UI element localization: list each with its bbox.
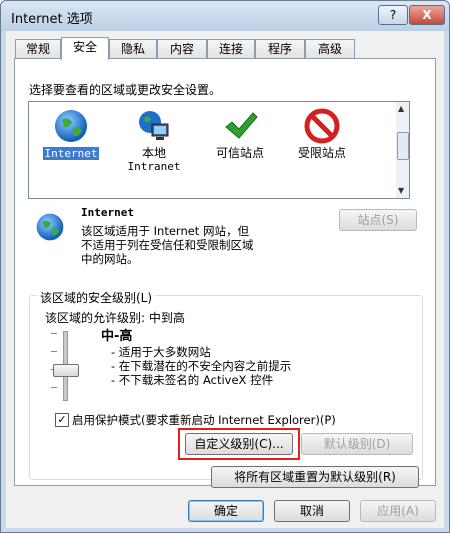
zone-local-intranet[interactable]: 本地 Intranet (119, 108, 189, 173)
internet-options-window: Internet 选项 ? X 常规 安全 隐私 内容 连接 程序 高级 选择要… (0, 0, 450, 533)
reset-all-zones-button[interactable]: 将所有区域重置为默认级别(R) (211, 466, 419, 488)
zone-description-line: 该区域适用于 Internet 网站，但 (81, 224, 249, 238)
default-level-button[interactable]: 默认级别(D) (301, 433, 413, 455)
globe-icon (36, 213, 64, 241)
tab-security[interactable]: 安全 (61, 37, 109, 60)
help-button[interactable]: ? (378, 5, 408, 25)
scroll-down-arrow-icon[interactable]: ▼ (398, 186, 404, 195)
cancel-button[interactable]: 取消 (274, 500, 350, 522)
zone-list-scrollbar[interactable]: ▲ ▼ (396, 101, 410, 199)
dialog-client: 常规 安全 隐私 内容 连接 程序 高级 选择要查看的区域或更改安全设置。 In… (6, 31, 444, 528)
tab-connections[interactable]: 连接 (207, 39, 255, 59)
tab-general[interactable]: 常规 (15, 39, 61, 59)
zone-trusted-label: 可信站点 (215, 146, 264, 160)
tab-advanced[interactable]: 高级 (305, 39, 355, 59)
check-icon (225, 112, 258, 139)
sites-button[interactable]: 站点(S) (339, 209, 417, 231)
level-name: 中-高 (101, 329, 133, 344)
zone-restricted-sites[interactable]: 受限站点 (287, 108, 357, 160)
zone-list[interactable]: Internet 本地 Intranet 可信站点 受限站点 (28, 101, 410, 199)
zone-internet-label: Internet (42, 147, 100, 160)
zone-description-line: 不适用于列在受信任和受限制区域 (81, 238, 254, 252)
zone-description: 该区域适用于 Internet 网站，但 不适用于列在受信任和受限制区域 中的网… (81, 224, 254, 266)
allowed-levels-text: 该区域的允许级别: 中到高 (45, 311, 185, 325)
scroll-up-arrow-icon[interactable]: ▲ (398, 104, 404, 113)
tab-privacy[interactable]: 隐私 (109, 39, 157, 59)
window-title: Internet 选项 (11, 12, 93, 27)
security-level-group-label: 该区域的安全级别(L) (37, 289, 156, 306)
title-bar: Internet 选项 ? X (1, 1, 449, 31)
protected-mode-checkbox[interactable]: ✓ (55, 413, 69, 427)
ok-button[interactable]: 确定 (188, 500, 264, 522)
globe-icon (55, 110, 87, 142)
tab-programs[interactable]: 程序 (255, 39, 305, 59)
zone-intranet-label: Intranet (127, 160, 181, 173)
slider-thumb[interactable] (53, 364, 79, 377)
close-button[interactable]: X (409, 5, 445, 25)
zone-restricted-label: 受限站点 (297, 146, 346, 160)
highlight-box (178, 428, 300, 460)
level-description: - 适用于大多数网站 - 在下载潜在的不安全内容之前提示 - 不下载未签名的 A… (111, 345, 291, 387)
apply-button[interactable]: 应用(A) (360, 500, 436, 522)
protected-mode-label[interactable]: 启用保护模式(要求重新启动 Internet Explorer)(P) (72, 412, 336, 428)
level-bullet: - 不下载未签名的 ActiveX 控件 (111, 373, 274, 387)
level-bullet: - 在下载潜在的不安全内容之前提示 (111, 359, 292, 373)
restricted-icon (304, 108, 340, 144)
zone-trusted-sites[interactable]: 可信站点 (205, 108, 275, 160)
security-panel: 选择要查看的区域或更改安全设置。 Internet 本地 Intranet 可信… (14, 58, 436, 488)
local-intranet-icon (139, 111, 169, 140)
zone-internet[interactable]: Internet (39, 108, 103, 160)
level-bullet: - 适用于大多数网站 (111, 345, 211, 359)
zone-name: Internet (81, 206, 134, 219)
scroll-thumb[interactable] (397, 132, 409, 160)
zone-instruction: 选择要查看的区域或更改安全设置。 (29, 83, 222, 97)
zone-local-label: 本地 (141, 146, 166, 160)
tab-content[interactable]: 内容 (157, 39, 207, 59)
security-level-slider[interactable] (49, 329, 81, 401)
zone-description-line: 中的网站。 (81, 252, 139, 266)
